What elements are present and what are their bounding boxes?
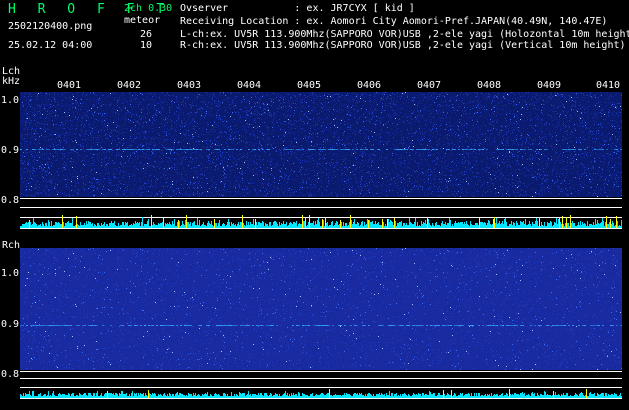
carrier-signal <box>20 325 622 326</box>
rch-ytick-1: 1.0 <box>1 269 19 279</box>
lch-ytick-2: 0.9 <box>1 146 19 156</box>
frame-line-2 <box>20 207 622 208</box>
xtick-0410: 0410 <box>596 81 620 91</box>
rch-count: 10 <box>140 41 152 51</box>
mode-label: meteor <box>124 16 160 26</box>
xtick-0408: 0408 <box>477 81 501 91</box>
hrofft-window: H R O F F T 2ch 0.30 meteor 2502120400.p… <box>0 0 629 410</box>
lch-spectrogram-canvas <box>20 92 622 229</box>
xtick-0403: 0403 <box>177 81 201 91</box>
xtick-0405: 0405 <box>297 81 321 91</box>
xtick-0409: 0409 <box>537 81 561 91</box>
rch-info: R-ch:ex. UV5R 113.900Mhz(SAPPORO VOR)USB… <box>180 41 626 51</box>
lch-info: L-ch:ex. UV5R 113.900Mhz(SAPPORO VOR)USB… <box>180 30 629 40</box>
lch-count: 26 <box>140 30 152 40</box>
xtick-0402: 0402 <box>117 81 141 91</box>
rch-label: Rch <box>2 241 20 251</box>
level-bars <box>20 389 622 398</box>
rch-ytick-2: 0.9 <box>1 320 19 330</box>
rch-spectrogram <box>20 248 622 402</box>
lch-ytick-1: 1.0 <box>1 96 19 106</box>
datetime-label: 25.02.12 04:00 <box>8 41 92 51</box>
frame-line-3 <box>20 387 622 388</box>
frame-line-1 <box>20 371 622 372</box>
filename-label: 2502120400.png <box>8 22 92 32</box>
observer-info: Ovserver : ex. JR7CYX [ kid ] <box>180 4 415 14</box>
frame-line-1 <box>20 198 622 199</box>
lch-ytick-3: 0.8 <box>1 196 19 206</box>
frame-line-3 <box>20 217 622 218</box>
xtick-0401: 0401 <box>57 81 81 91</box>
frame-line-2 <box>20 378 622 379</box>
location-info: Receiving Location : ex. Aomori City Aom… <box>180 17 607 27</box>
rch-ytick-3: 0.8 <box>1 370 19 380</box>
frame-line-4 <box>20 228 622 229</box>
xtick-0404: 0404 <box>237 81 261 91</box>
rch-spectrogram-canvas <box>20 248 622 399</box>
frame-line-4 <box>20 398 622 399</box>
version-label: 2ch 0.30 <box>124 4 172 14</box>
xtick-0407: 0407 <box>417 81 441 91</box>
xtick-0406: 0406 <box>357 81 381 91</box>
carrier-signal <box>20 149 622 150</box>
level-bars <box>20 215 622 228</box>
lch-spectrogram <box>20 92 622 232</box>
lch-unit: kHz <box>2 77 20 87</box>
